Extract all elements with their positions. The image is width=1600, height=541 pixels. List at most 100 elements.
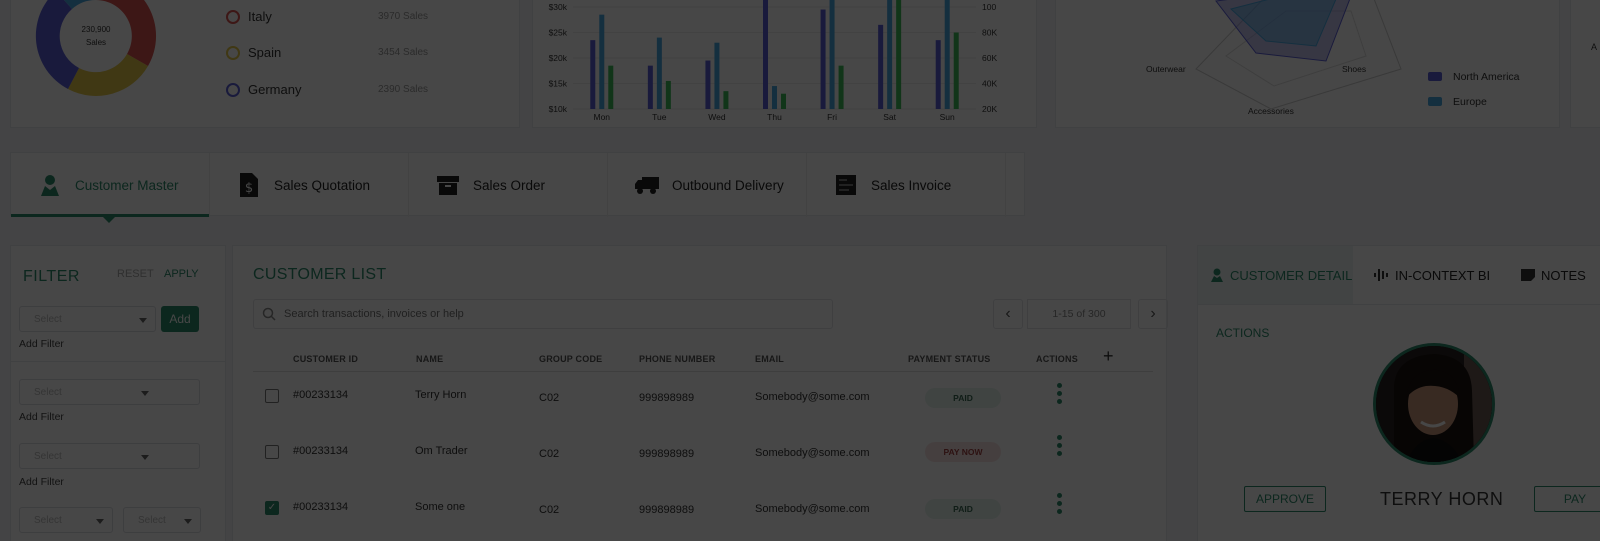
- tab-sales-quotation[interactable]: $ Sales Quotation: [210, 153, 409, 217]
- weekly-bar-chart: $30k 100 $25k 80K $20k 60K $15k 40K $10k 20K Mon Tu…: [549, 0, 997, 122]
- cell-group-code: C02: [539, 392, 560, 404]
- bar-sun-s1: [935, 40, 941, 109]
- tab-customer-master[interactable]: Customer Master: [11, 153, 210, 223]
- donut-segment-spain: [68, 54, 148, 96]
- column-header-group-code[interactable]: GROUP CODE: [539, 354, 602, 364]
- legend-value: 3454 Sales: [378, 47, 429, 58]
- add-filter-link[interactable]: Add Filter: [19, 411, 64, 423]
- bar-tue-s3: [665, 80, 671, 109]
- waveform-icon: [1374, 269, 1388, 281]
- y-tick-left: $30k: [549, 2, 568, 12]
- y-tick-right: 20K: [982, 104, 997, 114]
- filter-select-4[interactable]: Select: [19, 507, 113, 533]
- bar-thu-s3: [781, 93, 786, 109]
- caret-down-icon: [139, 318, 147, 323]
- bar-sat-s1: [878, 24, 884, 109]
- legend-label-europe: Europe: [1453, 96, 1487, 108]
- pagination-range: 1-15 of 300: [1027, 299, 1131, 329]
- bar-wed-s2: [714, 42, 720, 110]
- legend-value: 2390 Sales: [378, 84, 429, 95]
- row-checkbox[interactable]: [265, 445, 279, 459]
- legend-name: Italy: [248, 9, 272, 24]
- reset-button[interactable]: RESET: [117, 268, 154, 280]
- note-icon: [1521, 269, 1535, 281]
- row-checkbox[interactable]: [265, 389, 279, 403]
- status-badge: PAY NOW: [925, 442, 1001, 462]
- caret-down-icon: [141, 391, 149, 396]
- search-box[interactable]: [253, 299, 833, 329]
- cell-customer-id: #00233134: [293, 501, 349, 513]
- tab-notes[interactable]: NOTES: [1521, 246, 1586, 304]
- tab-customer-detail[interactable]: CUSTOMER DETAIL: [1198, 246, 1353, 304]
- select-placeholder: Select: [34, 314, 62, 325]
- divider: [1198, 304, 1600, 305]
- select-placeholder: Select: [34, 387, 62, 398]
- status-badge: PAID: [925, 499, 1001, 519]
- column-header-customer-id[interactable]: CUSTOMER ID: [293, 354, 358, 364]
- bar-fri-s3: [838, 65, 844, 109]
- x-tick-label: Fri: [827, 112, 837, 122]
- add-filter-link[interactable]: Add Filter: [19, 338, 64, 350]
- cell-customer-id: #00233134: [293, 445, 349, 457]
- ring-icon: [226, 9, 240, 24]
- column-header-email[interactable]: EMAIL: [755, 354, 784, 364]
- customer-list-title: CUSTOMER LIST: [253, 266, 387, 283]
- legend-item-spain: Spain 3454 Sales: [226, 45, 456, 60]
- tab-label: Customer Master: [75, 177, 179, 193]
- filter-select-5[interactable]: Select: [123, 507, 201, 533]
- filter-select-1[interactable]: Select: [19, 306, 156, 332]
- bar-sat-s2: [887, 0, 893, 109]
- tab-sales-invoice[interactable]: Sales Invoice: [807, 153, 1006, 217]
- y-tick-left: $10k: [549, 104, 568, 114]
- prev-page-button[interactable]: ‹: [993, 299, 1023, 329]
- tab-outbound-delivery[interactable]: Outbound Delivery: [608, 153, 807, 217]
- more-vertical-icon[interactable]: [1057, 435, 1062, 456]
- filter-select-3[interactable]: Select: [19, 443, 200, 469]
- column-header-name[interactable]: NAME: [416, 354, 443, 364]
- divider: [11, 361, 225, 362]
- bar-sun-s3: [953, 32, 959, 109]
- cell-name: Terry Horn: [415, 389, 467, 401]
- y-tick-left: $20k: [549, 53, 568, 63]
- profile-photo: [1376, 346, 1492, 462]
- tab-label: Sales Invoice: [871, 177, 952, 193]
- truck-icon: [634, 172, 660, 198]
- bar-mon-s1: [590, 40, 596, 109]
- more-vertical-icon[interactable]: [1057, 493, 1062, 514]
- tab-in-context-bi[interactable]: IN-CONTEXT BI: [1373, 246, 1490, 304]
- search-input[interactable]: [284, 308, 804, 320]
- add-filter-link[interactable]: Add Filter: [19, 476, 64, 488]
- y-tick-right: 40K: [982, 79, 997, 89]
- legend-swatch-europe: [1428, 97, 1442, 106]
- category-radar-chart: Outerwear Shoes Accessories North Americ…: [1146, 0, 1520, 116]
- customer-detail-panel: CUSTOMER DETAIL IN-CONTEXT BI NOTES ACTI…: [1197, 245, 1600, 541]
- apply-button[interactable]: APPLY: [164, 268, 199, 280]
- tab-label: NOTES: [1541, 267, 1586, 283]
- pay-button[interactable]: PAY: [1534, 486, 1600, 512]
- cell-phone: 999898989: [639, 448, 695, 460]
- tab-label: IN-CONTEXT BI: [1395, 267, 1491, 283]
- column-header-payment-status[interactable]: PAYMENT STATUS: [908, 354, 990, 364]
- bar-wed-s3: [723, 91, 729, 109]
- search-icon: [262, 307, 276, 321]
- chevron-left-icon: ‹: [1005, 305, 1011, 322]
- x-tick-label: Wed: [708, 112, 726, 122]
- person-icon: [37, 172, 63, 198]
- ring-icon: [226, 45, 240, 60]
- process-tabs: Customer Master $ Sales Quotation Sales …: [10, 152, 1025, 223]
- tab-sales-order[interactable]: Sales Order: [409, 153, 608, 217]
- tab-label: CUSTOMER DETAIL: [1230, 267, 1353, 283]
- add-filter-button[interactable]: Add: [161, 306, 199, 332]
- caret-down-icon: [96, 519, 104, 524]
- approve-button[interactable]: APPROVE: [1244, 486, 1326, 512]
- partial-card: A: [1570, 0, 1600, 128]
- bar-thu-s2: [772, 86, 777, 109]
- dollar-document-icon: $: [236, 172, 262, 198]
- add-column-icon[interactable]: +: [1103, 346, 1114, 367]
- next-page-button[interactable]: ›: [1138, 299, 1168, 329]
- sales-donut-chart: 230,900 Sales: [35, 0, 157, 96]
- filter-select-2[interactable]: Select: [19, 379, 200, 405]
- column-header-phone[interactable]: PHONE NUMBER: [639, 354, 715, 364]
- row-checkbox[interactable]: ✓: [265, 501, 279, 515]
- more-vertical-icon[interactable]: [1057, 383, 1062, 404]
